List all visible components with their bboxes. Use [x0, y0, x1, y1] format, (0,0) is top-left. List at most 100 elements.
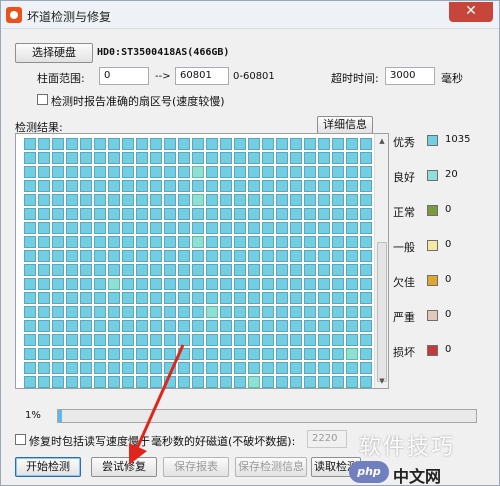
sector-cell: [94, 320, 106, 332]
sector-cell: [136, 222, 148, 234]
sector-cell: [220, 222, 232, 234]
scroll-thumb[interactable]: [377, 242, 387, 382]
details-button[interactable]: 详细信息: [317, 116, 373, 134]
sector-cell: [276, 166, 288, 178]
legend-count: 20: [445, 169, 458, 180]
site-name: 中文网: [393, 467, 442, 486]
sector-cell: [234, 362, 246, 374]
sector-cell: [80, 320, 92, 332]
sector-cell: [234, 180, 246, 192]
sector-cell: [318, 166, 330, 178]
sector-cell: [52, 222, 64, 234]
sector-cell: [290, 208, 302, 220]
select-disk-button[interactable]: 选择硬盘: [15, 43, 93, 63]
sector-cell: [66, 334, 78, 346]
sector-cell: [360, 166, 372, 178]
sector-cell: [178, 278, 190, 290]
sector-cell: [122, 334, 134, 346]
sector-cell: [164, 138, 176, 150]
cylinder-from-input[interactable]: 0: [99, 67, 149, 85]
sector-cell: [290, 236, 302, 248]
sector-cell: [234, 250, 246, 262]
cylinder-to-input[interactable]: 60801: [175, 67, 229, 85]
sector-cell: [122, 180, 134, 192]
sector-cell: [262, 236, 274, 248]
sector-cell: [108, 166, 120, 178]
save-scan-info-button[interactable]: 保存检测信息: [235, 457, 307, 477]
sector-cell: [122, 250, 134, 262]
sector-cell: [220, 152, 232, 164]
legend-swatch: [427, 345, 438, 356]
repair-threshold-input[interactable]: 2220: [307, 430, 347, 448]
sector-cell: [248, 320, 260, 332]
sector-cell: [234, 334, 246, 346]
sector-cell: [38, 376, 50, 388]
sector-cell: [52, 376, 64, 388]
sector-cell: [248, 236, 260, 248]
report-accurate-checkbox[interactable]: [37, 94, 48, 105]
sector-cell: [276, 334, 288, 346]
sector-cell: [290, 376, 302, 388]
sector-cell: [304, 306, 316, 318]
timeout-input[interactable]: 3000: [385, 67, 435, 85]
start-scan-button[interactable]: 开始检测: [15, 457, 81, 477]
sector-cell: [164, 222, 176, 234]
sector-cell: [164, 334, 176, 346]
sector-cell: [66, 166, 78, 178]
sector-cell: [304, 152, 316, 164]
sector-cell: [38, 194, 50, 206]
sector-cell: [248, 194, 260, 206]
sector-cell: [220, 250, 232, 262]
sector-cell: [136, 250, 148, 262]
sector-cell: [24, 334, 36, 346]
sector-cell: [220, 292, 232, 304]
sector-cell: [206, 250, 218, 262]
sector-cell: [346, 306, 358, 318]
sector-cell: [52, 292, 64, 304]
close-button[interactable]: ✕: [449, 2, 493, 22]
sector-cell: [122, 320, 134, 332]
sector-cell: [52, 306, 64, 318]
sector-cell: [150, 194, 162, 206]
sector-cell: [346, 264, 358, 276]
sector-cell: [52, 264, 64, 276]
repair-slow-tracks-checkbox[interactable]: [15, 434, 26, 445]
sector-cell: [360, 348, 372, 360]
sector-cell: [80, 166, 92, 178]
sector-cell: [248, 348, 260, 360]
sector-cell: [164, 306, 176, 318]
sector-cell: [360, 334, 372, 346]
sector-cell: [234, 292, 246, 304]
sector-cell: [80, 278, 92, 290]
legend-count: 0: [445, 344, 452, 355]
sector-cell: [262, 194, 274, 206]
sector-cell: [304, 250, 316, 262]
sector-cell: [80, 348, 92, 360]
sector-cell: [94, 138, 106, 150]
sector-cell: [332, 166, 344, 178]
sector-cell: [136, 236, 148, 248]
grid-scrollbar[interactable]: ▲ ▼: [374, 134, 388, 388]
sector-cell: [248, 180, 260, 192]
legend-swatch: [427, 170, 438, 181]
sector-cell: [38, 334, 50, 346]
sector-cell: [136, 362, 148, 374]
sector-cell: [80, 264, 92, 276]
sector-cell: [332, 264, 344, 276]
sector-cell: [234, 166, 246, 178]
legend-count: 0: [445, 274, 452, 285]
sector-cell: [122, 278, 134, 290]
sector-cell: [220, 138, 232, 150]
save-report-button[interactable]: 保存报表: [163, 457, 229, 477]
legend-label: 严重: [393, 311, 415, 324]
sector-cell: [150, 180, 162, 192]
sector-map: ▲ ▼: [15, 133, 389, 389]
sector-cell: [24, 138, 36, 150]
sector-cell: [318, 208, 330, 220]
sector-cell: [346, 194, 358, 206]
scroll-down-icon[interactable]: ▼: [376, 376, 388, 386]
sector-cell: [304, 348, 316, 360]
scroll-up-icon[interactable]: ▲: [376, 136, 388, 146]
try-repair-button[interactable]: 尝试修复: [91, 457, 157, 477]
sector-cell: [164, 166, 176, 178]
